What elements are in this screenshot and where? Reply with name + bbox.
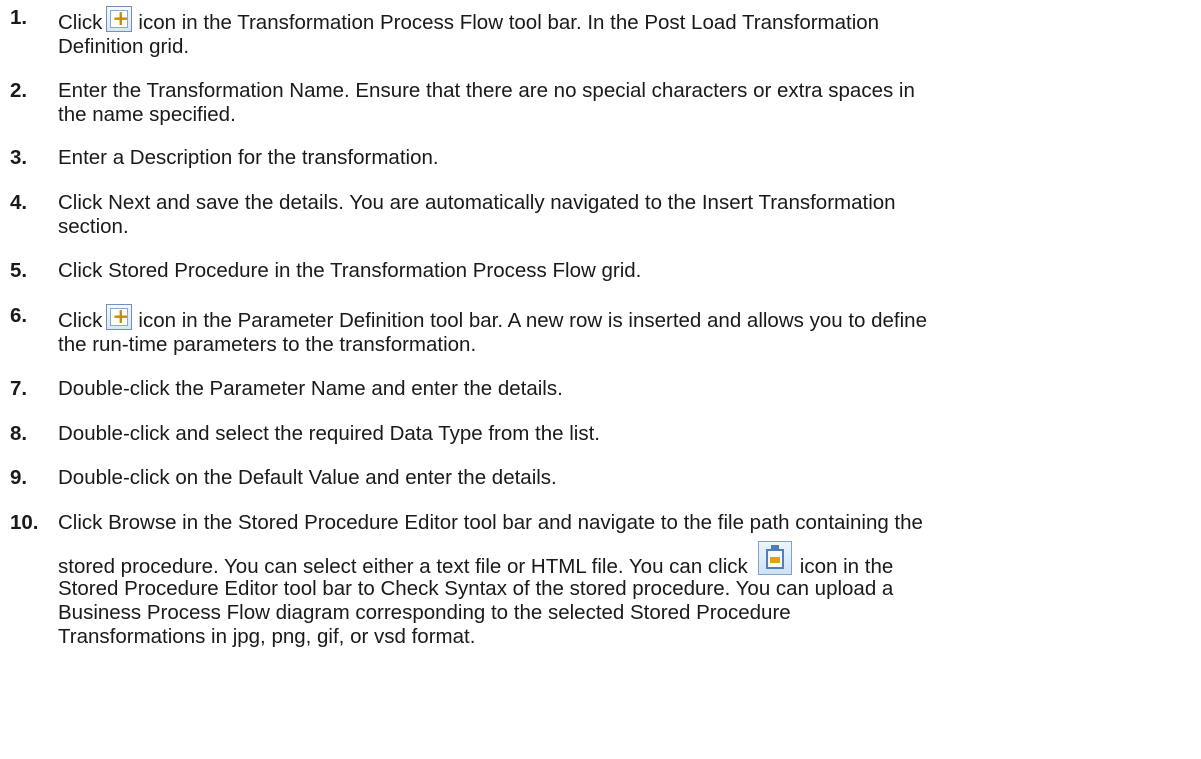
add-row-icon (106, 304, 133, 330)
step-line: Transformations in jpg, png, gif, or vsd… (58, 625, 476, 648)
step-line: the name specified. (58, 103, 236, 126)
step-3: 3. Enter a Description for the transform… (10, 146, 1195, 170)
step-line: stored procedure. You can select either … (58, 541, 1195, 578)
step-line: Enter a Description for the transformati… (58, 146, 439, 169)
step-1: 1. Click icon in the Transformation Proce… (10, 6, 1195, 58)
step-line: Stored Procedure Editor tool bar to Chec… (58, 577, 894, 600)
step-line: the run-time parameters to the transform… (58, 333, 477, 356)
step-2: 2. Enter the Transformation Name. Ensure… (10, 79, 1195, 127)
step-text: icon in the Parameter Definition tool ba… (138, 309, 927, 332)
step-9: 9. Double-click on the Default Value and… (10, 466, 1195, 490)
step-7: 7. Double-click the Parameter Name and e… (10, 377, 1195, 401)
step-line: Click icon in the Parameter Definition to… (58, 304, 1195, 333)
step-line: Enter the Transformation Name. Ensure th… (58, 79, 915, 102)
step-line: Double-click and select the required Dat… (58, 422, 600, 445)
step-number: 5. (10, 259, 28, 282)
step-10: 10. Click Browse in the Stored Procedure… (10, 511, 1195, 751)
step-8: 8. Double-click and select the required … (10, 422, 1195, 446)
step-number: 6. (10, 304, 28, 327)
step-line: Click Next and save the details. You are… (58, 191, 896, 214)
step-text: Click (58, 11, 103, 34)
step-number: 2. (10, 79, 28, 102)
step-text: icon in the Transformation Process Flow … (138, 11, 880, 34)
check-syntax-icon (757, 541, 792, 575)
step-line: Click Stored Procedure in the Transforma… (58, 259, 642, 282)
step-number: 10. (10, 511, 39, 534)
step-number: 4. (10, 191, 28, 214)
step-5: 5. Click Stored Procedure in the Transfo… (10, 259, 1195, 283)
step-line: Business Process Flow diagram correspond… (58, 601, 791, 624)
step-number: 3. (10, 146, 28, 169)
step-text: icon in the (799, 555, 894, 578)
step-4: 4. Click Next and save the details. You … (10, 191, 1195, 239)
step-number: 7. (10, 377, 28, 400)
step-number: 9. (10, 466, 28, 489)
step-number: 1. (10, 6, 28, 29)
step-text: stored procedure. You can select either … (58, 555, 748, 578)
step-text: Click (58, 309, 103, 332)
step-line: Double-click the Parameter Name and ente… (58, 377, 563, 400)
step-line: Definition grid. (58, 35, 190, 58)
step-line: Double-click on the Default Value and en… (58, 466, 557, 489)
step-line: Click Browse in the Stored Procedure Edi… (58, 511, 923, 534)
step-6: 6. Click icon in the Parameter Definition… (10, 304, 1195, 356)
step-line: section. (58, 215, 129, 238)
step-number: 8. (10, 422, 28, 445)
step-line: Click icon in the Transformation Process … (58, 6, 1195, 35)
add-row-icon (106, 6, 133, 32)
